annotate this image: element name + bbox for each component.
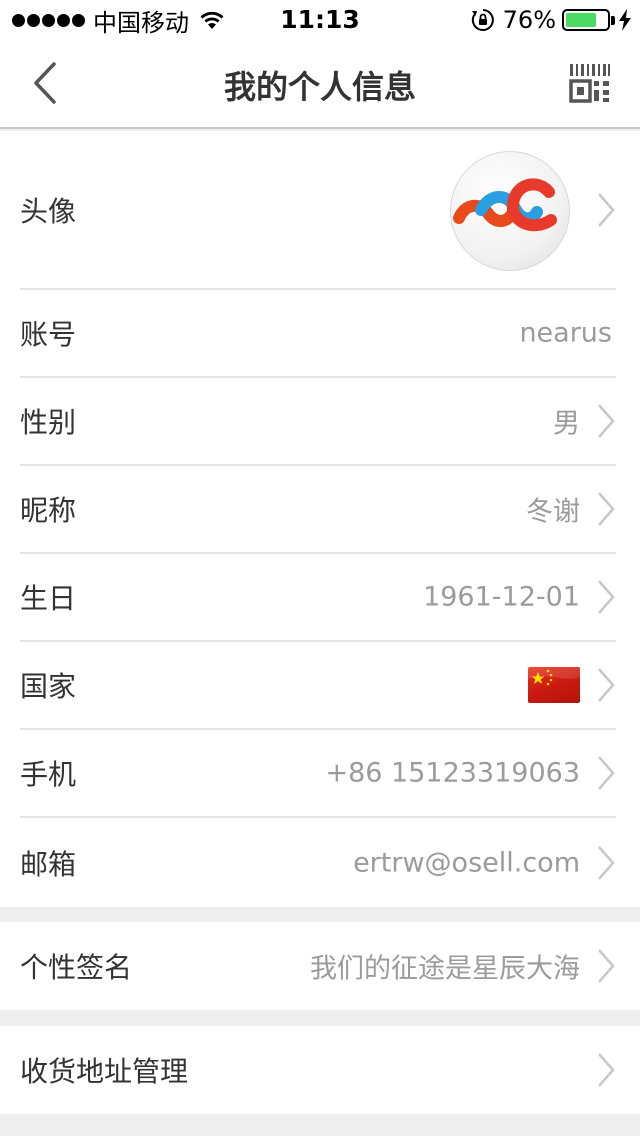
account-row: 账号 nearus xyxy=(20,290,616,378)
chevron-right-icon xyxy=(598,845,615,880)
chevron-right-icon xyxy=(598,580,615,614)
status-bar-right: 76% xyxy=(471,6,632,34)
chevron-right-icon xyxy=(598,949,615,983)
battery-icon xyxy=(562,9,615,31)
battery-level-fill xyxy=(566,13,597,27)
chevron-right-icon xyxy=(598,192,615,227)
country-row[interactable]: 国家 xyxy=(20,642,616,730)
profile-info-group: 头像 账号 nearus 性别 男 昵称 冬谢 生日 1961-12-01 国家… xyxy=(0,131,640,907)
qr-code-icon[interactable] xyxy=(568,62,612,106)
status-bar: 中国移动 11:13 76% xyxy=(0,0,640,40)
address-group: 收货地址管理 xyxy=(0,1026,640,1114)
charging-bolt-icon xyxy=(619,9,631,31)
gender-label: 性别 xyxy=(20,406,77,439)
nickname-value: 冬谢 xyxy=(526,496,580,528)
chevron-right-icon xyxy=(598,492,615,526)
avatar-row[interactable]: 头像 xyxy=(20,131,616,290)
email-value: ertrw@osell.com xyxy=(353,847,580,878)
chevron-right-icon xyxy=(598,668,615,702)
navigation-bar: 我的个人信息 xyxy=(0,40,640,129)
chevron-right-icon xyxy=(598,404,615,438)
address-management-row[interactable]: 收货地址管理 xyxy=(20,1026,616,1114)
gender-value: 男 xyxy=(553,408,580,440)
signature-value: 我们的征途是星辰大海 xyxy=(310,953,580,985)
rotation-lock-icon xyxy=(471,9,494,31)
battery-percentage: 76% xyxy=(502,6,556,34)
email-label: 邮箱 xyxy=(20,847,77,881)
nickname-row[interactable]: 昵称 冬谢 xyxy=(20,466,616,554)
signature-group: 个性签名 我们的征途是星辰大海 xyxy=(0,922,640,1010)
chevron-right-icon xyxy=(598,756,615,790)
avatar-label: 头像 xyxy=(20,194,77,228)
phone-label: 手机 xyxy=(20,758,77,791)
china-flag-icon xyxy=(528,667,580,703)
gender-row[interactable]: 性别 男 xyxy=(20,378,616,466)
phone-value: +86 15123319063 xyxy=(325,757,580,789)
avatar[interactable] xyxy=(450,151,570,271)
birthday-value: 1961-12-01 xyxy=(423,581,580,613)
address-management-label: 收货地址管理 xyxy=(20,1055,189,1088)
nickname-label: 昵称 xyxy=(20,494,77,527)
birthday-label: 生日 xyxy=(20,582,77,615)
account-value: nearus xyxy=(519,317,612,349)
chevron-right-icon xyxy=(598,1053,615,1087)
account-label: 账号 xyxy=(20,318,77,351)
signature-row[interactable]: 个性签名 我们的征途是星辰大海 xyxy=(20,922,616,1010)
birthday-row[interactable]: 生日 1961-12-01 xyxy=(20,554,616,642)
page-title: 我的个人信息 xyxy=(223,68,416,106)
country-label: 国家 xyxy=(20,670,77,703)
signature-label: 个性签名 xyxy=(20,951,133,984)
email-row[interactable]: 邮箱 ertrw@osell.com xyxy=(20,818,616,907)
avatar-logo-icon xyxy=(453,178,557,232)
phone-row[interactable]: 手机 +86 15123319063 xyxy=(20,730,616,818)
